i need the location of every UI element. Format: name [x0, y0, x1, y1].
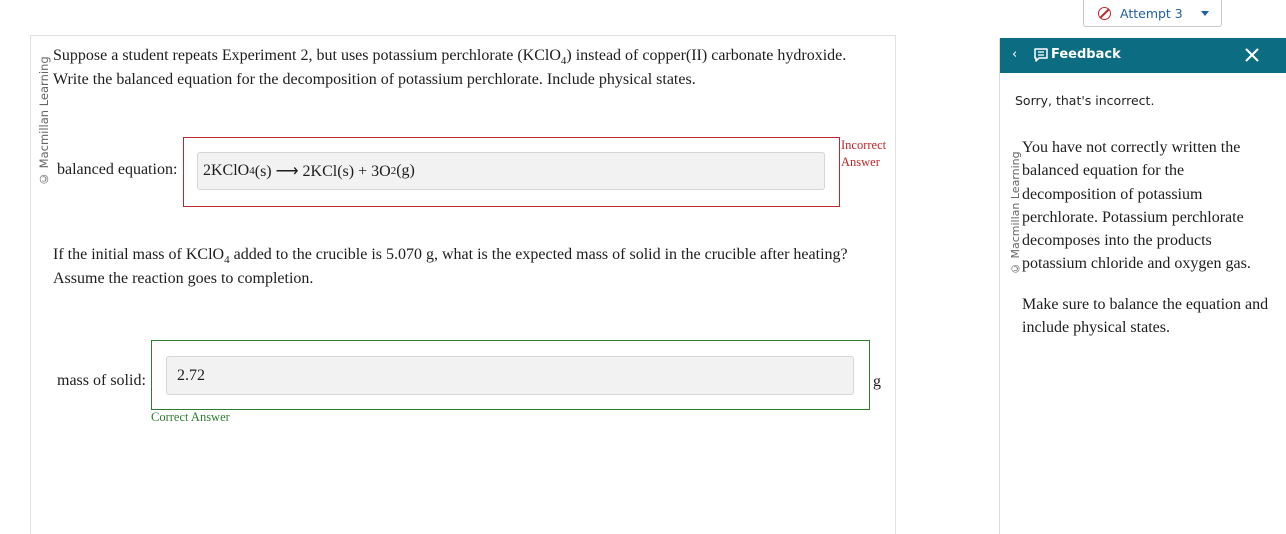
feedback-header: ‹ Feedback [1000, 38, 1286, 73]
feedback-paragraph-1: You have not correctly written the balan… [1022, 139, 1251, 273]
question-2-line-2: Assume the reaction goes to completion. [53, 270, 314, 287]
attempt-dropdown[interactable]: Attempt 3 [1083, 0, 1222, 27]
prohibited-icon [1098, 6, 1111, 20]
mass-of-solid-input[interactable]: 2.72 [166, 356, 854, 395]
feedback-watermark: © Macmillan Learning [1009, 151, 1022, 275]
question-1-line-2: Write the balanced equation for the deco… [53, 71, 696, 88]
feedback-icon [1034, 48, 1048, 62]
feedback-paragraph-2: Make sure to balance the equation and in… [1022, 296, 1269, 337]
incorrect-answer-label: Incorrect Answer [841, 138, 887, 169]
macmillan-watermark: © Macmillan Learning [37, 56, 51, 186]
question-2-text: If the initial mass of KClO4 added to th… [53, 243, 848, 291]
mass-unit: g [873, 373, 881, 390]
balanced-equation-label: balanced equation: [57, 161, 178, 178]
question-1-line-1: Suppose a student repeats Experiment 2, … [53, 47, 847, 67]
question-1-text: Suppose a student repeats Experiment 2, … [53, 44, 846, 92]
attempt-label: Attempt 3 [1120, 5, 1183, 21]
question-2-line-1: If the initial mass of KClO4 added to th… [53, 246, 848, 266]
correct-answer-label: Correct Answer [151, 410, 230, 424]
caret-down-icon [1201, 11, 1209, 16]
feedback-status: Sorry, that's incorrect. [1015, 93, 1155, 108]
balanced-equation-input[interactable]: 2KClO 4 (s) ⟶ 2KCl(s) + 3O 2 (g) [197, 152, 825, 190]
mass-of-solid-label: mass of solid: [57, 372, 146, 389]
feedback-panel: ‹ Feedback Sorry, that's incorrect. © Ma… [999, 38, 1286, 534]
chevron-left-icon[interactable]: ‹ [1012, 47, 1017, 62]
feedback-title: Feedback [1051, 47, 1121, 62]
close-icon[interactable] [1242, 45, 1262, 65]
